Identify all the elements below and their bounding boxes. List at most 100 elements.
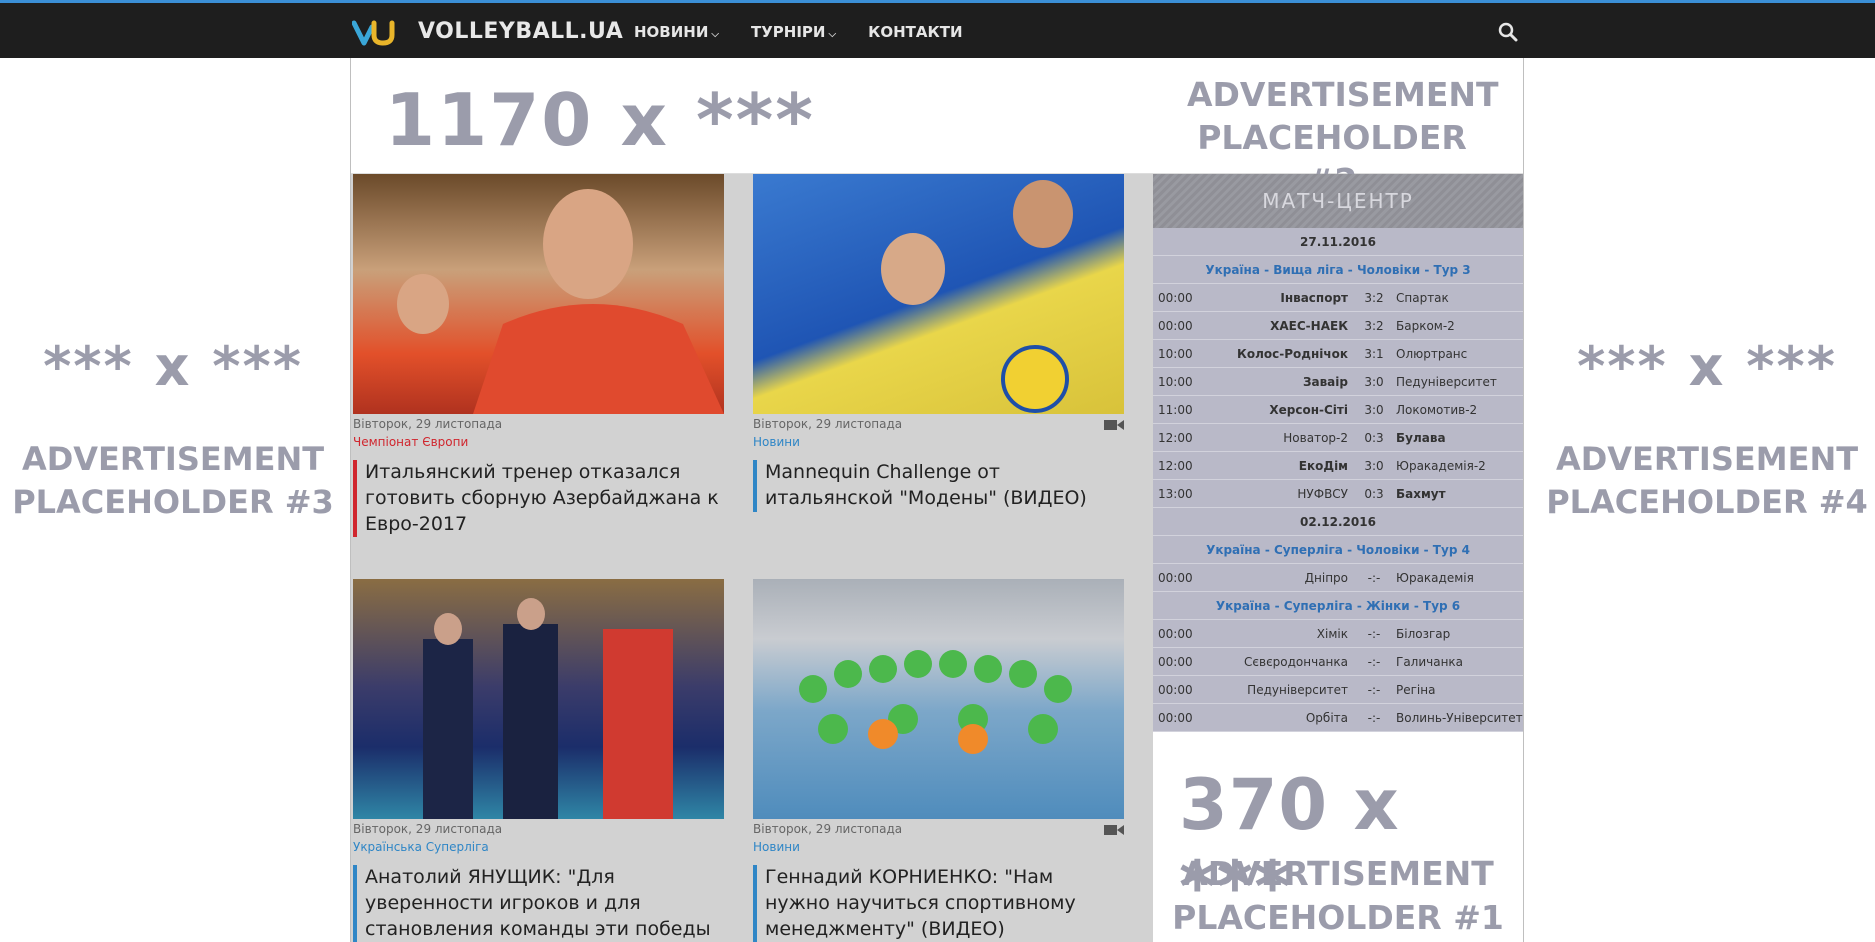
match-home-team: Інваспорт bbox=[1280, 291, 1348, 305]
match-row[interactable]: 13:00 НУФВСУ 0:3 Бахмут bbox=[1153, 480, 1523, 508]
match-time: 11:00 bbox=[1158, 403, 1193, 417]
ad-label-line: ADVERTISEMENT bbox=[1187, 75, 1499, 114]
news-title[interactable]: Геннадий КОРНИЕНКО: "Нам нужно научиться… bbox=[753, 865, 1124, 942]
match-score: -:- bbox=[1367, 655, 1381, 669]
match-row[interactable]: 00:00 Сєвєродончанка -:- Галичанка bbox=[1153, 648, 1523, 676]
match-score: 3:2 bbox=[1364, 291, 1384, 305]
nav-item-tournaments[interactable]: ТУРНІРИ ⌵ bbox=[751, 23, 836, 41]
match-home-team: Дніпро bbox=[1304, 571, 1348, 585]
match-score: 3:2 bbox=[1364, 319, 1384, 333]
match-home-team: Новатор-2 bbox=[1283, 431, 1348, 445]
match-away-team: Білозгар bbox=[1396, 627, 1451, 641]
match-time: 10:00 bbox=[1158, 347, 1193, 361]
match-away-team: Спартак bbox=[1396, 291, 1449, 305]
news-photo-team-bench bbox=[423, 598, 673, 819]
news-image[interactable] bbox=[353, 174, 724, 414]
match-row[interactable]: 00:00 ХАЕС-НАЕК 3:2 Барком-2 bbox=[1153, 312, 1523, 340]
match-time: 00:00 bbox=[1158, 655, 1193, 669]
news-image[interactable] bbox=[353, 579, 724, 819]
advertisement-sidebar[interactable]: 370 x *** ADVERTISEMENT PLACEHOLDER #1 bbox=[1153, 740, 1523, 942]
news-date-text: Вівторок, 29 листопада bbox=[753, 822, 903, 836]
news-photo-players bbox=[881, 180, 1073, 413]
ad-label: ADVERTISEMENT PLACEHOLDER #3 bbox=[8, 438, 338, 524]
match-time: 12:00 bbox=[1158, 431, 1193, 445]
logo-icon[interactable] bbox=[352, 17, 396, 47]
main-container: 1170 x *** ADVERTISEMENT PLACEHOLDER #2 … bbox=[350, 58, 1524, 942]
match-time: 13:00 bbox=[1158, 487, 1193, 501]
video-icon bbox=[1104, 825, 1124, 835]
news-image[interactable] bbox=[753, 579, 1124, 819]
news-category[interactable]: Українська Суперліга bbox=[353, 840, 724, 854]
ad-label-line: ADVERTISEMENT bbox=[1555, 440, 1859, 478]
match-home-team: Колос-Роднічок bbox=[1237, 347, 1348, 361]
news-date: Вівторок, 29 листопада bbox=[353, 417, 503, 431]
advertisement-top[interactable]: 1170 x *** ADVERTISEMENT PLACEHOLDER #2 bbox=[351, 58, 1523, 200]
news-image[interactable] bbox=[753, 174, 1124, 414]
video-icon bbox=[1104, 420, 1124, 430]
news-card[interactable]: Вівторок, 29 листопада Українська Суперл… bbox=[353, 579, 724, 942]
search-icon[interactable] bbox=[1498, 22, 1518, 42]
match-time: 00:00 bbox=[1158, 683, 1193, 697]
match-row[interactable]: 10:00 Колос-Роднічок 3:1 Олюртранс bbox=[1153, 340, 1523, 368]
match-row[interactable]: 00:00 Інваспорт 3:2 Спартак bbox=[1153, 284, 1523, 312]
match-league[interactable]: Україна - Суперліга - Чоловіки - Тур 4 bbox=[1153, 536, 1523, 564]
match-score: 3:0 bbox=[1364, 375, 1384, 389]
advertisement-right[interactable]: *** x *** ADVERTISEMENT PLACEHOLDER #4 bbox=[1542, 340, 1872, 524]
match-time: 00:00 bbox=[1158, 291, 1193, 305]
news-date: Вівторок, 29 листопада bbox=[353, 822, 503, 836]
match-away-team: Юракадемія-2 bbox=[1396, 459, 1486, 473]
advertisement-left[interactable]: *** x *** ADVERTISEMENT PLACEHOLDER #3 bbox=[8, 340, 338, 524]
match-home-team: Херсон-Сіті bbox=[1269, 403, 1348, 417]
match-row[interactable]: 10:00 Заваір 3:0 Педуніверситет bbox=[1153, 368, 1523, 396]
ad-label-line: ADVERTISEMENT bbox=[21, 440, 325, 478]
news-card[interactable]: Вівторок, 29 листопада Чемпіонат Європи … bbox=[353, 174, 724, 538]
match-row[interactable]: 11:00 Херсон-Сіті 3:0 Локомотив-2 bbox=[1153, 396, 1523, 424]
news-photo-coach bbox=[397, 189, 724, 414]
match-score: 0:3 bbox=[1364, 487, 1384, 501]
match-away-team: Барком-2 bbox=[1396, 319, 1455, 333]
match-home-team: НУФВСУ bbox=[1297, 487, 1348, 501]
match-league[interactable]: Україна - Вища ліга - Чоловіки - Тур 3 bbox=[1153, 256, 1523, 284]
match-away-team: Локомотив-2 bbox=[1396, 403, 1478, 417]
news-grid: Вівторок, 29 листопада Чемпіонат Європи … bbox=[351, 174, 1153, 942]
match-away-team: Галичанка bbox=[1396, 655, 1464, 669]
match-away-team: Юракадемія bbox=[1396, 571, 1474, 585]
match-home-team: Орбіта bbox=[1305, 711, 1348, 725]
match-away-team: Булава bbox=[1396, 431, 1446, 445]
match-score: 0:3 bbox=[1364, 431, 1384, 445]
match-home-team: Заваір bbox=[1302, 375, 1348, 389]
match-centre: МАТЧ-ЦЕНТР 27.11.2016 Україна - Вища ліг… bbox=[1153, 174, 1523, 732]
match-row[interactable]: 00:00 Педуніверситет -:- Регіна bbox=[1153, 676, 1523, 704]
match-home-team: ХАЕС-НАЕК bbox=[1270, 319, 1348, 333]
news-title[interactable]: Анатолий ЯНУЩИК: "Для уверенности игроко… bbox=[353, 865, 724, 942]
match-date: 27.11.2016 bbox=[1153, 228, 1523, 256]
news-title[interactable]: Итальянский тренер отказался готовить сб… bbox=[353, 460, 724, 538]
match-row[interactable]: 00:00 Хімік -:- Білозгар bbox=[1153, 620, 1523, 648]
news-category[interactable]: Чемпіонат Європи bbox=[353, 435, 724, 449]
match-away-team: Волинь-Університет bbox=[1396, 711, 1523, 725]
news-card[interactable]: Вівторок, 29 листопада Новини Mannequin … bbox=[753, 174, 1124, 512]
match-score: -:- bbox=[1367, 683, 1381, 697]
news-title[interactable]: Mannequin Challenge от итальянской "Моде… bbox=[753, 460, 1124, 512]
news-date: Вівторок, 29 листопада bbox=[753, 822, 1124, 838]
brand-name[interactable]: VOLLEYBALL.UA bbox=[418, 19, 623, 44]
match-row[interactable]: 12:00 ЕкоДім 3:0 Юракадемія-2 bbox=[1153, 452, 1523, 480]
match-time: 00:00 bbox=[1158, 571, 1193, 585]
ad-label-line: ADVERTISEMENT bbox=[1182, 854, 1494, 893]
match-away-team: Бахмут bbox=[1396, 487, 1446, 501]
main-nav: НОВИНИ ⌵ ТУРНІРИ ⌵ КОНТАКТИ bbox=[634, 23, 995, 41]
news-category[interactable]: Новини bbox=[753, 435, 1124, 449]
match-league[interactable]: Україна - Суперліга - Жінки - Тур 6 bbox=[1153, 592, 1523, 620]
news-date: Вівторок, 29 листопада bbox=[753, 417, 1124, 433]
match-time: 00:00 bbox=[1158, 627, 1193, 641]
ad-size-text: 1170 x *** bbox=[385, 78, 815, 162]
nav-item-news[interactable]: НОВИНИ ⌵ bbox=[634, 23, 719, 41]
match-time: 00:00 bbox=[1158, 711, 1193, 725]
match-row[interactable]: 12:00 Новатор-2 0:3 Булава bbox=[1153, 424, 1523, 452]
nav-item-contacts[interactable]: КОНТАКТИ bbox=[868, 23, 962, 41]
match-row[interactable]: 00:00 Орбіта -:- Волинь-Університет bbox=[1153, 704, 1523, 732]
match-row[interactable]: 00:00 Дніпро -:- Юракадемія bbox=[1153, 564, 1523, 592]
news-card[interactable]: Вівторок, 29 листопада Новини Геннадий К… bbox=[753, 579, 1124, 942]
match-list: 00:00 Інваспорт 3:2 Спартак 00:00 ХАЕС-НАЕК 3:… bbox=[1153, 284, 1523, 508]
news-category[interactable]: Новини bbox=[753, 840, 1124, 854]
